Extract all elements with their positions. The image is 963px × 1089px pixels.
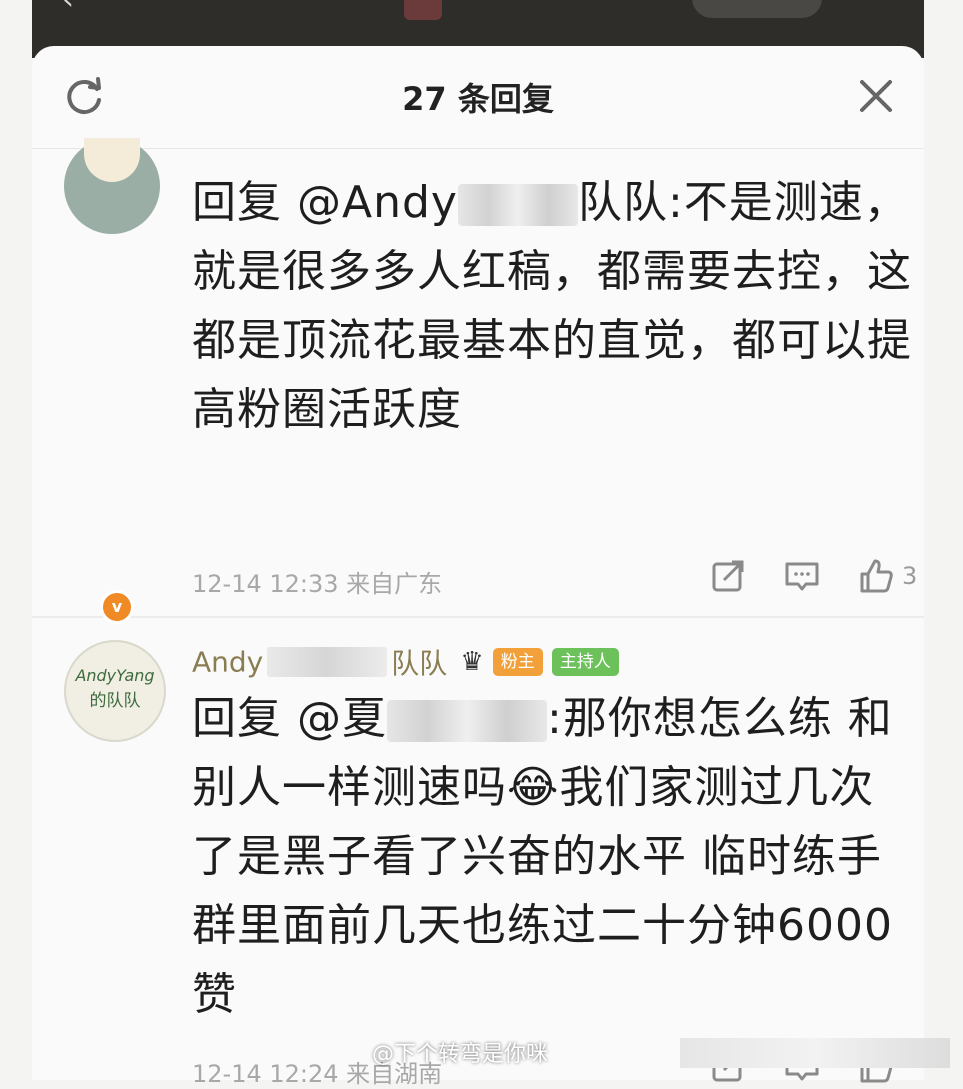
- sheet-title: 27 条回复: [402, 80, 554, 118]
- like-button[interactable]: 3: [856, 556, 917, 596]
- username-line: Andy 队队 ♛ 粉主 主持人: [192, 642, 619, 682]
- reply-date: 12-14 12:24: [192, 1060, 339, 1088]
- user-avatar[interactable]: [64, 138, 160, 234]
- reply-mention-suffix: 队队: [577, 177, 668, 228]
- profile-avatar-small: [404, 0, 442, 20]
- like-count: 3: [902, 562, 918, 590]
- follow-button[interactable]: [692, 0, 822, 18]
- verified-badge-icon: v: [100, 590, 134, 624]
- reply-item: 回复 @Andy 队队:不是测速，就是很多多人红稿，都需要去控，这都是顶流花最基本…: [32, 138, 924, 616]
- close-icon[interactable]: [858, 78, 894, 114]
- username-suffix: 队队: [391, 647, 448, 680]
- replies-sheet: 27 条回复 回复 @Andy 队队:不是测速，就是很多多人红稿，都需要去控，这都…: [32, 46, 924, 1088]
- reply-item: AndyYang 的队队 Andy 队队 ♛ 粉主 主持人 回复 @夏:那你想怎么…: [32, 618, 924, 1088]
- crown-icon: ♛: [460, 647, 484, 677]
- watermark: @下个转弯是你咪: [372, 1042, 549, 1067]
- reply-location: 来自广东: [346, 570, 443, 598]
- avatar-text: 的队队: [89, 691, 141, 711]
- reply-mention[interactable]: 回复 @夏: [192, 693, 387, 744]
- back-icon[interactable]: ‹: [62, 0, 74, 17]
- thumbs-up-icon: [860, 559, 893, 593]
- avatar-face: [84, 138, 140, 182]
- reply-text: 回复 @夏:那你想怎么练 和别人一样测速吗😂我们家测过几次了是黑子看了兴奋的水平…: [192, 684, 912, 1029]
- username[interactable]: Andy: [192, 646, 263, 679]
- reply-text: 回复 @Andy 队队:不是测速，就是很多多人红稿，都需要去控，这都是顶流花最基本…: [192, 168, 912, 444]
- blurred-watermark: [680, 1038, 950, 1068]
- comment-icon[interactable]: [782, 556, 822, 596]
- avatar-text: AndyYang: [75, 666, 155, 685]
- share-icon[interactable]: [708, 556, 748, 596]
- reply-mention[interactable]: 回复 @Andy: [192, 177, 458, 228]
- reply-meta: 12-14 12:33 来自广东: [192, 564, 442, 599]
- blurred-name: [267, 647, 388, 677]
- user-avatar[interactable]: AndyYang 的队队: [64, 640, 166, 742]
- reply-date: 12-14 12:33: [192, 570, 339, 598]
- fan-badge: 粉主: [492, 648, 543, 676]
- reply-actions: 3: [708, 556, 917, 596]
- host-badge: 主持人: [551, 648, 619, 676]
- blurred-name: [457, 184, 578, 226]
- sheet-header: 27 条回复: [32, 46, 924, 149]
- blurred-name: [387, 700, 547, 742]
